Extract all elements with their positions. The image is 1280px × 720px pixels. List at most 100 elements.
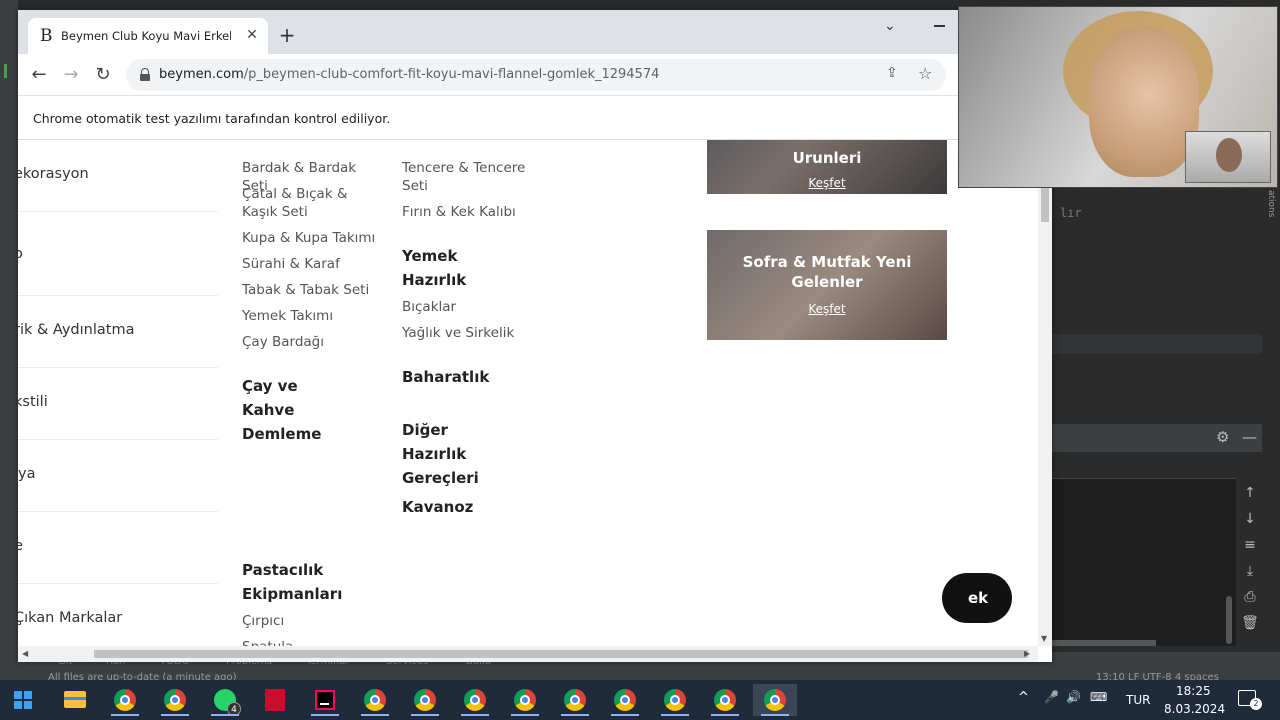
taskbar-chrome-button[interactable] <box>103 684 147 716</box>
category-item[interactable]: rik & Aydınlatma <box>18 296 218 368</box>
menu-link[interactable]: Kupa & Kupa Takımı <box>242 229 382 247</box>
microphone-icon[interactable]: 🎤 <box>1044 690 1059 704</box>
taskbar-chrome-button[interactable] <box>153 684 197 716</box>
menu-heading[interactable]: Yemek Hazırlık <box>402 244 482 292</box>
menu-heading[interactable]: Baharatlık <box>402 365 532 389</box>
chrome-icon <box>614 689 636 711</box>
arrow-down-icon[interactable]: ↓ <box>1244 510 1256 528</box>
menu-link[interactable]: Yemek Takımı <box>242 307 382 325</box>
back-arrow-icon[interactable]: ← <box>27 63 51 87</box>
scrollbar-thumb[interactable] <box>1041 186 1049 222</box>
category-label: iya <box>18 466 36 482</box>
menu-heading[interactable]: Diğer Hazırlık Gereçleri <box>402 418 512 490</box>
page-vertical-scrollbar[interactable]: ▼ <box>1038 140 1052 646</box>
scroll-down-arrow-icon[interactable]: ▼ <box>1041 634 1047 643</box>
ide-editor-area[interactable] <box>1052 188 1262 330</box>
volume-icon[interactable]: 🔊 <box>1066 690 1081 704</box>
ide-panel <box>1052 354 1262 424</box>
gear-icon[interactable]: ⚙ <box>1216 428 1229 446</box>
taskbar-chrome-button[interactable] <box>703 684 747 716</box>
menu-heading[interactable]: Çay ve Kahve Demleme <box>242 374 352 446</box>
forward-arrow-icon[interactable]: → <box>59 63 83 87</box>
ide-run-console[interactable] <box>1052 478 1236 646</box>
participant-face <box>1089 27 1199 177</box>
address-bar[interactable]: beymen.com/p_beymen-club-comfort-fit-koy… <box>126 59 946 91</box>
menu-heading[interactable]: Pastacılık Ekipmanları <box>242 558 352 606</box>
menu-link[interactable]: Tabak & Tabak Seti <box>242 281 382 299</box>
category-item[interactable]: o <box>18 224 218 296</box>
menu-link[interactable]: Çay Bardağı <box>242 333 382 351</box>
taskbar-chrome-button[interactable] <box>453 684 497 716</box>
window-minimize-button[interactable] <box>928 14 958 34</box>
scroll-right-arrow-icon[interactable]: ▶ <box>1024 649 1030 658</box>
category-item[interactable]: kstili <box>18 368 218 440</box>
chevron-down-icon[interactable]: ⌄ <box>884 18 896 34</box>
url-path: /p_beymen-club-comfort-fit-koyu-mavi-fla… <box>243 67 660 82</box>
menu-link[interactable]: Bıçaklar <box>402 298 542 316</box>
category-item[interactable]: iya <box>18 440 218 512</box>
print-icon[interactable]: ⎙ <box>1244 588 1255 606</box>
promo-title: Urunleri <box>792 149 862 167</box>
taskbar-chrome-button[interactable] <box>353 684 397 716</box>
acrobat-button[interactable] <box>253 684 297 716</box>
lock-icon[interactable] <box>140 68 150 81</box>
taskbar-chrome-button[interactable] <box>403 684 447 716</box>
url-domain: beymen.com <box>159 67 244 82</box>
soft-wrap-icon[interactable]: ≡ <box>1244 536 1256 554</box>
windows-start-icon[interactable] <box>14 691 32 709</box>
category-item[interactable]: e <box>18 512 218 584</box>
scroll-left-arrow-icon[interactable]: ◀ <box>22 649 28 658</box>
ide-side-label[interactable]: ations <box>1266 190 1276 217</box>
taskbar-chrome-button[interactable] <box>553 684 597 716</box>
menu-heading[interactable]: Kavanoz <box>402 495 532 519</box>
taskbar-chrome-button[interactable] <box>603 684 647 716</box>
keyboard-icon[interactable]: ⌨ <box>1090 690 1107 704</box>
scroll-to-end-icon[interactable]: ⤓ <box>1247 562 1253 580</box>
category-item[interactable]: Çıkan Markalar <box>18 584 218 646</box>
language-indicator[interactable]: TUR <box>1126 693 1150 707</box>
browser-tab[interactable]: B Beymen Club Koyu Mavi Erkek C ✕ <box>28 18 268 54</box>
url-text[interactable]: beymen.com/p_beymen-club-comfort-fit-koy… <box>159 67 659 82</box>
ide-change-marker <box>4 64 7 78</box>
star-icon[interactable]: ☆ <box>918 64 932 83</box>
whatsapp-button[interactable]: 4 <box>203 684 247 716</box>
close-icon[interactable]: ✕ <box>242 25 262 45</box>
chevron-up-icon[interactable]: ^ <box>1018 690 1029 705</box>
taskbar-chrome-button[interactable] <box>503 684 547 716</box>
chrome-icon <box>364 689 386 711</box>
clock-date[interactable]: 8.03.2024 <box>1164 702 1225 716</box>
ide-console-scrollbar[interactable] <box>1226 596 1232 644</box>
new-tab-button[interactable]: + <box>276 24 298 46</box>
chrome-icon <box>764 689 786 711</box>
reload-icon[interactable]: ↻ <box>91 63 115 87</box>
category-label: o <box>18 246 23 262</box>
menu-link[interactable]: Fırın & Kek Kalıbı <box>402 203 542 221</box>
menu-link[interactable]: Yağlık ve Sirkelik <box>402 324 542 342</box>
promo-card[interactable]: Urunleri Keşfet <box>707 140 947 194</box>
chrome-icon <box>164 689 186 711</box>
promo-card[interactable]: Sofra & Mutfak Yeni Gelenler Keşfet <box>707 230 947 340</box>
file-explorer-button[interactable] <box>53 684 97 716</box>
chat-button[interactable]: ek <box>942 573 1012 623</box>
arrow-up-icon[interactable]: ↑ <box>1244 484 1256 502</box>
promo-cta[interactable]: Keşfet <box>707 302 947 316</box>
menu-link[interactable]: Spatula <box>242 638 382 646</box>
minimize-icon[interactable]: — <box>1242 428 1257 446</box>
taskbar-chrome-button-active[interactable] <box>753 684 797 716</box>
clock-time[interactable]: 18:25 <box>1176 684 1211 698</box>
menu-link[interactable]: Tencere & Tencere Seti <box>402 159 527 195</box>
menu-link[interactable]: Çırpıcı <box>242 612 382 630</box>
promo-cta[interactable]: Keşfet <box>707 176 947 190</box>
ide-console-hscrollbar[interactable] <box>1052 640 1156 646</box>
scrollbar-thumb[interactable] <box>94 650 1028 658</box>
menu-link[interactable]: Sürahi & Karaf <box>242 255 382 273</box>
page-horizontal-scrollbar[interactable]: ◀ ▶ <box>18 646 1038 662</box>
intellij-button[interactable] <box>303 684 347 716</box>
category-item[interactable]: ekorasyon <box>18 140 218 212</box>
taskbar-chrome-button[interactable] <box>653 684 697 716</box>
automation-notice: Chrome otomatik test yazılımı tarafından… <box>33 111 391 126</box>
menu-link[interactable]: Çatal & Bıçak & Kaşık Seti <box>242 185 382 221</box>
share-icon[interactable]: ⇪ <box>886 65 898 81</box>
trash-icon[interactable]: 🗑 <box>1241 614 1259 632</box>
folder-icon <box>64 691 86 708</box>
